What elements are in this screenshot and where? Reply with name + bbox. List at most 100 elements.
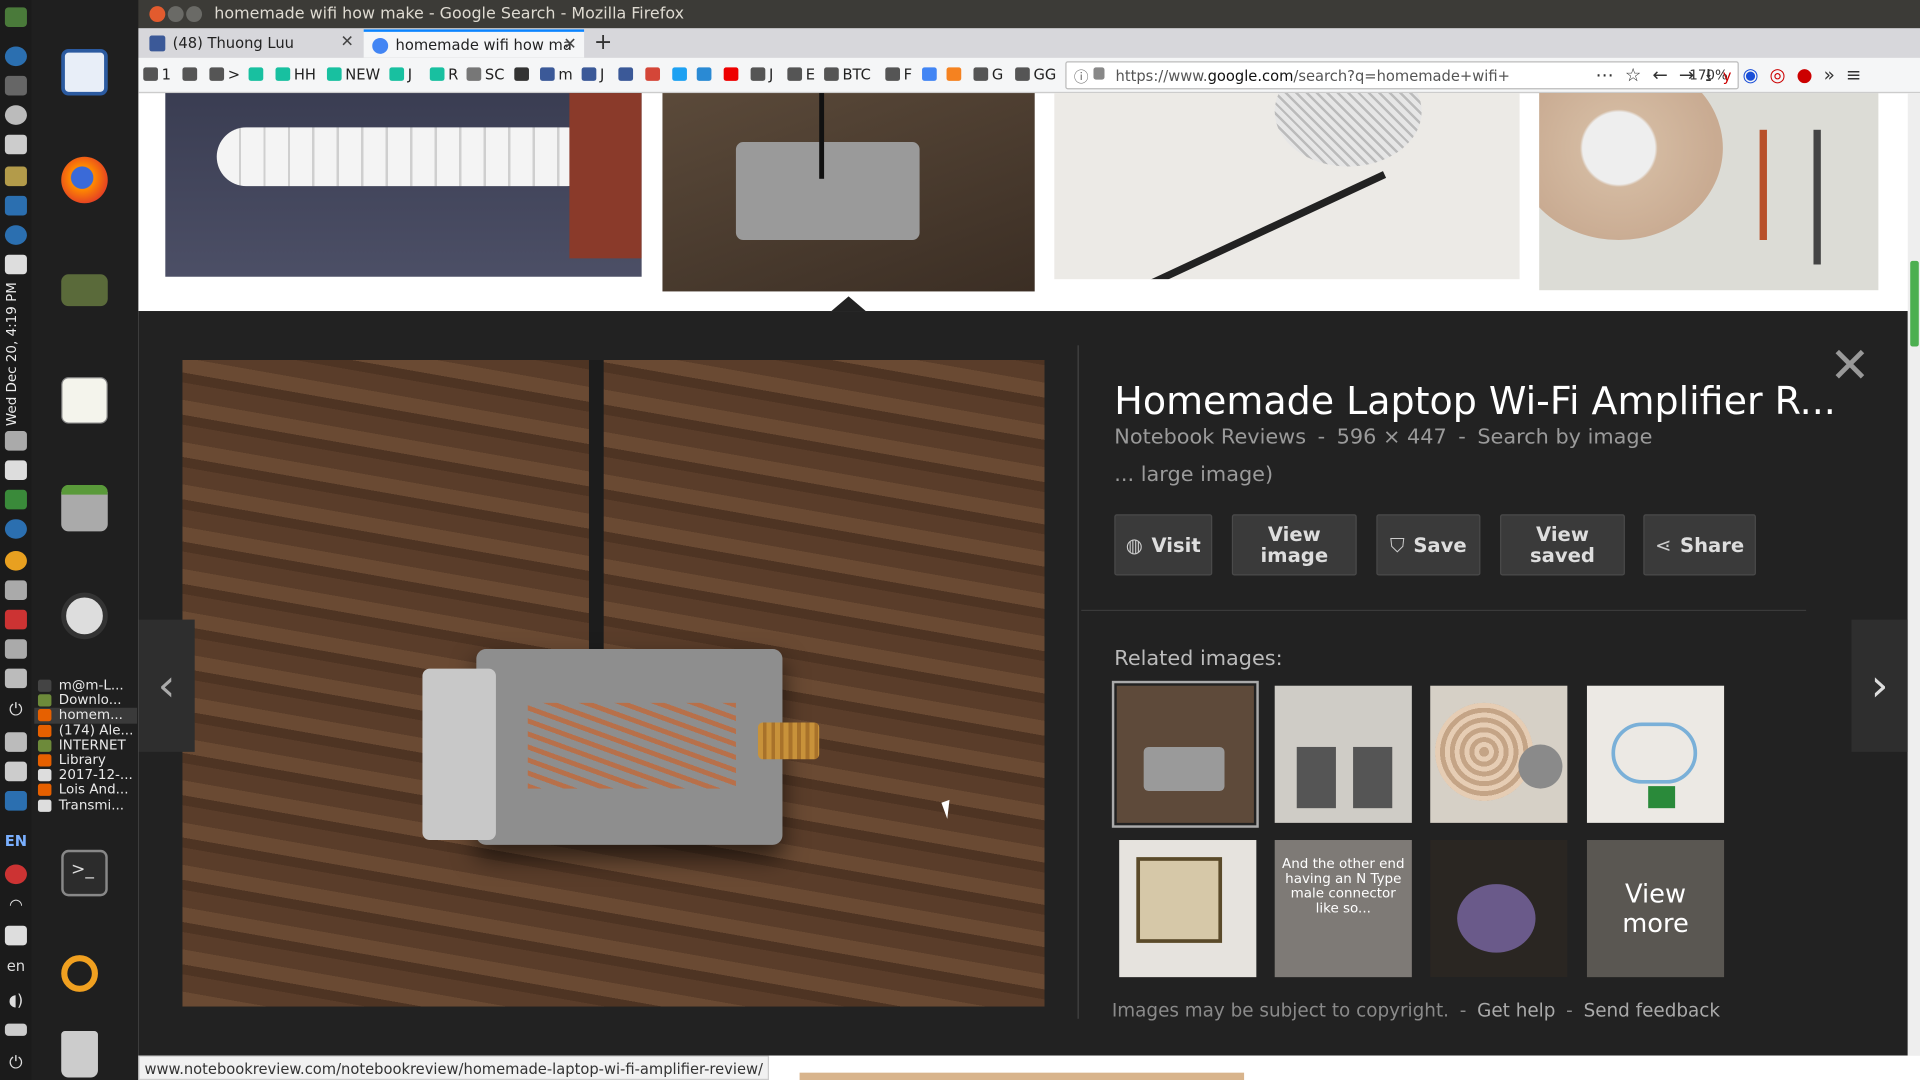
related-image[interactable] — [1111, 680, 1259, 828]
keyboard-layout-indicator[interactable]: EN — [0, 833, 32, 850]
app-icon[interactable] — [4, 580, 27, 601]
image-title[interactable]: Homemade Laptop Wi-Fi Amplifier R... — [1114, 380, 1836, 424]
view-image-button[interactable]: View image — [1231, 514, 1357, 576]
minimize-window-button[interactable] — [167, 6, 184, 23]
bookmark-item[interactable]: m — [540, 66, 573, 83]
result-thumbnail[interactable] — [1054, 93, 1520, 280]
language-indicator[interactable]: en — [0, 958, 32, 975]
bookmark-item[interactable]: J — [389, 66, 412, 83]
page-actions-icon[interactable]: ⋯ — [1596, 64, 1625, 86]
window-list-item[interactable]: 2017-12-... — [34, 768, 137, 783]
maximize-window-button[interactable] — [186, 6, 203, 23]
volume-icon[interactable]: ◖) — [5, 992, 27, 1012]
close-window-button[interactable] — [149, 6, 166, 23]
bookmark-item[interactable]: BTC — [824, 66, 871, 83]
close-tab-icon[interactable]: ✕ — [563, 36, 576, 54]
window-list-item[interactable]: m@m-L... — [34, 678, 137, 693]
text-editor-icon[interactable] — [61, 377, 108, 424]
extension-icon[interactable]: ◎ — [1769, 64, 1796, 86]
preview-image[interactable] — [182, 360, 1045, 1007]
magnifier-icon[interactable] — [61, 955, 98, 992]
result-thumbnail-strip[interactable] — [799, 1072, 1245, 1080]
network-tool-icon[interactable] — [61, 274, 108, 307]
app-icon[interactable] — [4, 431, 27, 451]
app-icon[interactable] — [4, 134, 27, 155]
overflow-icon[interactable]: » — [1824, 64, 1846, 86]
bookmark-item[interactable]: R — [429, 66, 458, 83]
bookmark-item[interactable]: 1 — [143, 66, 171, 83]
app-icon[interactable] — [4, 225, 27, 245]
window-list-item[interactable]: INTERNET — [34, 738, 137, 753]
extension-icon[interactable]: ◉ — [1742, 64, 1769, 86]
related-image[interactable] — [1274, 685, 1412, 823]
app-icon[interactable] — [4, 75, 27, 96]
battery-icon[interactable] — [4, 1023, 27, 1036]
app-icon[interactable] — [4, 489, 27, 510]
search-by-image-link[interactable]: Search by image — [1477, 425, 1652, 449]
close-tab-icon[interactable]: ✕ — [341, 33, 354, 51]
next-image-button[interactable]: › — [1851, 619, 1908, 752]
related-image[interactable]: And the other end having an N Type male … — [1274, 840, 1412, 978]
bookmark-item[interactable]: E — [787, 66, 815, 83]
ubuntu-icon[interactable] — [61, 592, 108, 640]
window-list-item[interactable]: Library — [34, 753, 137, 768]
view-saved-button[interactable]: View saved — [1500, 514, 1625, 576]
bookmark-item[interactable]: G — [973, 66, 1003, 83]
app-icon[interactable] — [4, 519, 27, 539]
bookmark-item[interactable]: J — [581, 66, 604, 83]
related-image[interactable] — [1430, 840, 1568, 978]
file-manager-icon[interactable] — [61, 484, 108, 532]
network-icon[interactable] — [4, 925, 27, 946]
app-icon[interactable] — [4, 609, 27, 630]
new-tab-button[interactable]: + — [594, 29, 612, 55]
app-icon[interactable] — [4, 195, 27, 216]
bookmark-star-icon[interactable]: ☆ — [1625, 64, 1652, 86]
power-icon[interactable]: ⏻ — [5, 1053, 27, 1073]
app-icon[interactable] — [4, 551, 27, 571]
result-thumbnail[interactable] — [1539, 93, 1879, 291]
view-more-button[interactable]: View more — [1586, 840, 1725, 978]
bookmark-item[interactable]: SC — [466, 66, 504, 83]
related-image[interactable] — [1430, 685, 1568, 823]
app-icon[interactable] — [4, 732, 27, 752]
app-icon[interactable] — [4, 166, 27, 187]
bookmark-item[interactable]: GG — [1015, 66, 1056, 83]
bookmark-item[interactable]: J — [750, 66, 773, 83]
app-icon[interactable] — [4, 105, 27, 125]
menu-icon[interactable]: ≡ — [1846, 64, 1872, 86]
image-source[interactable]: Notebook Reviews — [1114, 425, 1306, 449]
app-icon[interactable] — [4, 7, 27, 27]
forward-icon[interactable]: → — [1679, 64, 1705, 86]
send-feedback-link[interactable]: Send feedback — [1584, 999, 1720, 1021]
tab-google-search[interactable]: homemade wifi how ma ✕ — [363, 29, 585, 58]
result-thumbnail[interactable] — [165, 93, 642, 277]
close-panel-icon[interactable]: ✕ — [1829, 342, 1870, 391]
save-button[interactable]: ⛉ Save — [1376, 514, 1481, 576]
bookmark-item[interactable]: NEW — [326, 66, 380, 83]
page-scrollbar[interactable] — [1907, 93, 1920, 1056]
window-list-item[interactable]: homem... — [34, 708, 138, 724]
app-icon[interactable] — [4, 460, 27, 481]
firefox-icon[interactable] — [61, 156, 108, 204]
get-help-link[interactable]: Get help — [1477, 999, 1555, 1021]
bookmark-item[interactable]: HH — [275, 66, 316, 83]
document-viewer-icon[interactable] — [61, 48, 108, 96]
trash-icon[interactable] — [61, 1031, 98, 1078]
window-list-item[interactable]: Lois And... — [34, 783, 137, 798]
app-icon[interactable] — [4, 639, 27, 659]
tab-facebook[interactable]: (48) Thuong Luu ✕ — [141, 29, 361, 57]
window-list-item[interactable]: Transmi... — [34, 798, 137, 813]
result-thumbnail[interactable] — [662, 93, 1035, 292]
wifi-icon[interactable]: ◠ — [5, 896, 27, 916]
terminal-icon[interactable]: >_ — [61, 849, 108, 897]
bookmark-item[interactable]: > — [209, 66, 240, 83]
previous-image-button[interactable]: ‹ — [138, 619, 195, 752]
clock[interactable]: Wed Dec 20, 4:19 PM — [4, 267, 28, 426]
share-button[interactable]: ⋖ Share — [1643, 514, 1756, 576]
power-icon[interactable]: ⏻ — [5, 700, 27, 720]
app-icon[interactable] — [4, 46, 27, 67]
app-icon[interactable] — [4, 761, 27, 782]
yd-extension-icon[interactable]: y — [1723, 67, 1743, 84]
bookmark-item[interactable]: F — [885, 66, 912, 83]
extension-icon[interactable]: ● — [1797, 64, 1824, 86]
